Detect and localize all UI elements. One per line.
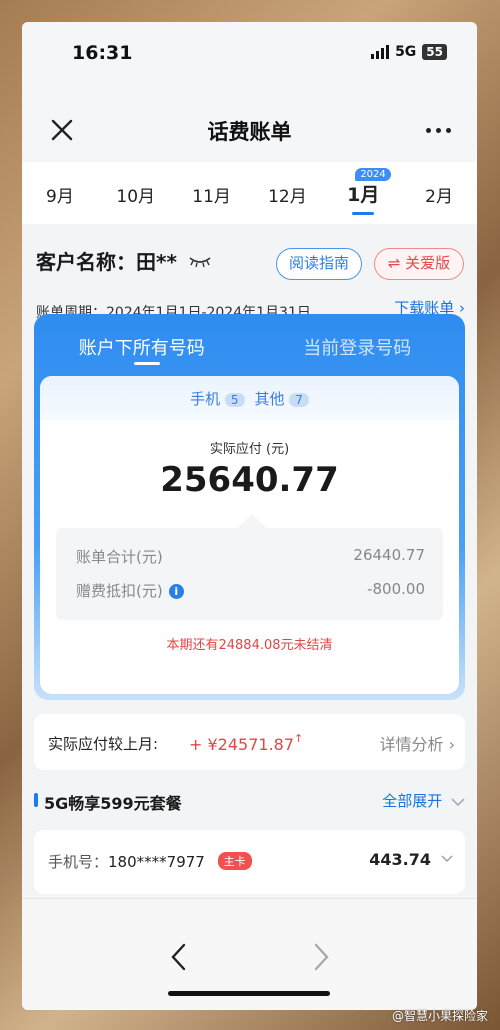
home-indicator[interactable] bbox=[168, 991, 330, 996]
compare-value: + ¥24571.87↑ bbox=[189, 732, 304, 754]
tab-all-numbers[interactable]: 账户下所有号码 bbox=[34, 314, 250, 376]
tab-month-dec[interactable]: 12月 bbox=[249, 162, 325, 224]
forward-arrow-icon[interactable] bbox=[314, 943, 330, 971]
chevron-down-icon bbox=[451, 798, 465, 807]
more-icon[interactable] bbox=[426, 128, 451, 133]
bottom-nav bbox=[22, 898, 477, 1010]
status-bar: 16:31 5G 55 bbox=[22, 22, 477, 84]
phone-amount: 443.74 bbox=[369, 850, 431, 869]
tab-current-number[interactable]: 当前登录号码 bbox=[250, 314, 466, 376]
care-mode-button[interactable]: ⇌ 关爱版 bbox=[374, 248, 464, 280]
battery-icon: 55 bbox=[422, 44, 447, 60]
phone-number: 手机号：180****7977 主卡 bbox=[48, 851, 252, 872]
network-label: 5G bbox=[395, 44, 417, 60]
total-row: 账单合计(元) 26440.77 bbox=[76, 546, 425, 567]
compare-label: 实际应付较上月: bbox=[48, 735, 159, 753]
card-tab-indicator bbox=[134, 362, 160, 365]
package-title: 5G畅享599元套餐 bbox=[34, 790, 182, 814]
status-icons: 5G 55 bbox=[371, 44, 447, 60]
signal-icon bbox=[371, 45, 390, 59]
watermark: @智慧小果探险家 bbox=[391, 1009, 488, 1023]
number-scope-tabs: 账户下所有号码 当前登录号码 bbox=[34, 314, 465, 376]
chevron-down-icon[interactable] bbox=[441, 855, 453, 863]
deduction-label: 赠费抵扣(元) bbox=[76, 582, 163, 600]
up-arrow-icon: ↑ bbox=[294, 732, 304, 745]
eye-closed-icon[interactable] bbox=[189, 255, 211, 267]
bill-breakdown: 账单合计(元) 26440.77 赠费抵扣(元) i -800.00 bbox=[56, 513, 443, 620]
total-label: 账单合计(元) bbox=[76, 548, 163, 566]
deduction-value: -800.00 bbox=[367, 580, 425, 598]
tab-month-feb[interactable]: 2月 bbox=[401, 162, 477, 224]
active-tab-indicator bbox=[352, 212, 375, 215]
mobile-filter[interactable]: 手机 5 bbox=[190, 388, 245, 409]
bill-card: 账户下所有号码 当前登录号码 手机 5 其他 7 实际应付 (元) 25640.… bbox=[34, 314, 465, 700]
month-compare-row[interactable]: 实际应付较上月: + ¥24571.87↑ 详情分析 › bbox=[34, 714, 465, 770]
other-filter[interactable]: 其他 7 bbox=[255, 388, 309, 409]
nav-bar: 话费账单 bbox=[22, 84, 477, 162]
tab-month-oct[interactable]: 10月 bbox=[98, 162, 174, 224]
back-arrow-icon[interactable] bbox=[170, 943, 186, 971]
status-time: 16:31 bbox=[72, 42, 133, 64]
month-tabs: 9月 10月 11月 12月 1月 2024 2月 bbox=[22, 162, 477, 224]
page-title: 话费账单 bbox=[207, 120, 292, 144]
main-card-badge: 主卡 bbox=[217, 852, 252, 870]
tab-month-jan[interactable]: 1月 2024 bbox=[325, 162, 401, 224]
year-badge: 2024 bbox=[355, 168, 391, 181]
tab-month-sep[interactable]: 9月 bbox=[22, 162, 98, 224]
phone-number-row[interactable]: 手机号：180****7977 主卡 443.74 bbox=[34, 830, 465, 894]
expand-all-button[interactable]: 全部展开 bbox=[382, 790, 465, 811]
customer-name: 客户名称：田** bbox=[36, 246, 211, 275]
total-value: 26440.77 bbox=[353, 546, 425, 564]
due-amount: 25640.77 bbox=[160, 460, 339, 500]
unsettled-notice: 本期还有24884.08元未结清 bbox=[166, 638, 333, 653]
deduction-row: 赠费抵扣(元) i -800.00 bbox=[76, 580, 425, 601]
reading-guide-button[interactable]: 阅读指南 bbox=[276, 248, 362, 280]
due-label: 实际应付 (元) bbox=[209, 442, 290, 457]
tab-month-nov[interactable]: 11月 bbox=[174, 162, 250, 224]
detail-analysis-link[interactable]: 详情分析 › bbox=[380, 731, 456, 755]
number-type-filter: 手机 5 其他 7 bbox=[40, 376, 459, 420]
phone-screen: 16:31 5G 55 话费账单 9月 10月 11月 12月 1月 2024 … bbox=[22, 22, 477, 1010]
info-icon[interactable]: i bbox=[168, 584, 184, 599]
bill-summary: 手机 5 其他 7 实际应付 (元) 25640.77 账单合计(元) 2644… bbox=[40, 376, 459, 694]
